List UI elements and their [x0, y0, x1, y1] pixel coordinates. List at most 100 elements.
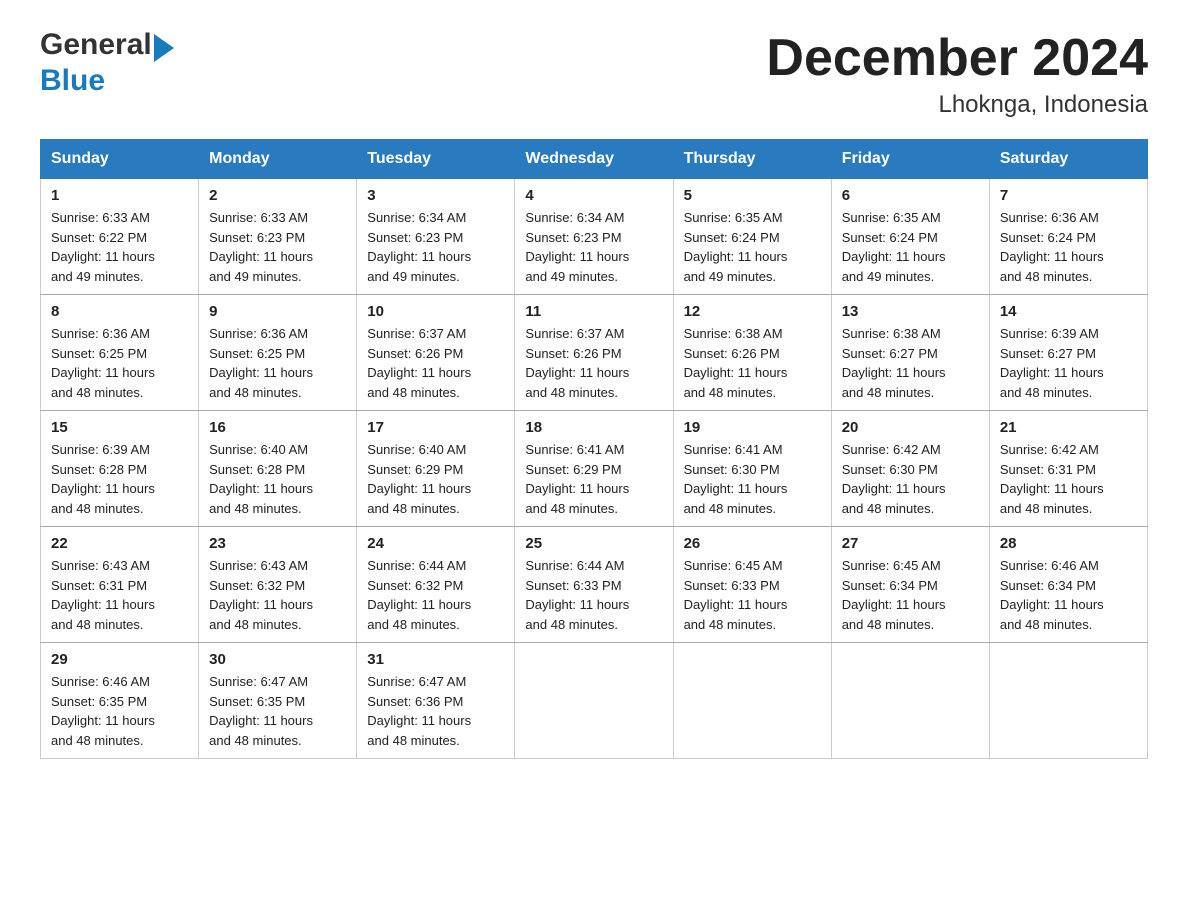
day-info: Sunrise: 6:47 AMSunset: 6:36 PMDaylight:…	[367, 672, 504, 750]
day-cell: 6 Sunrise: 6:35 AMSunset: 6:24 PMDaylight…	[831, 179, 989, 295]
day-info: Sunrise: 6:47 AMSunset: 6:35 PMDaylight:…	[209, 672, 346, 750]
day-number: 22	[51, 535, 188, 552]
col-wednesday: Wednesday	[515, 140, 673, 179]
day-cell: 17 Sunrise: 6:40 AMSunset: 6:29 PMDayligh…	[357, 411, 515, 527]
day-number: 29	[51, 651, 188, 668]
day-number: 10	[367, 303, 504, 320]
day-cell	[515, 643, 673, 759]
day-number: 14	[1000, 303, 1137, 320]
day-info: Sunrise: 6:45 AMSunset: 6:33 PMDaylight:…	[684, 556, 821, 634]
day-cell	[673, 643, 831, 759]
day-cell: 31 Sunrise: 6:47 AMSunset: 6:36 PMDayligh…	[357, 643, 515, 759]
day-info: Sunrise: 6:36 AMSunset: 6:25 PMDaylight:…	[209, 324, 346, 402]
week-row-4: 22 Sunrise: 6:43 AMSunset: 6:31 PMDayligh…	[41, 527, 1148, 643]
title-block: December 2024 Lhoknga, Indonesia	[766, 30, 1148, 119]
day-cell: 30Sunrise: 6:47 AMSunset: 6:35 PMDayligh…	[199, 643, 357, 759]
day-info: Sunrise: 6:34 AMSunset: 6:23 PMDaylight:…	[367, 208, 504, 286]
page-header: General Blue December 2024 Lhoknga, Indo…	[40, 30, 1148, 119]
day-info: Sunrise: 6:35 AMSunset: 6:24 PMDaylight:…	[684, 208, 821, 286]
day-cell: 24 Sunrise: 6:44 AMSunset: 6:32 PMDayligh…	[357, 527, 515, 643]
day-cell: 15 Sunrise: 6:39 AMSunset: 6:28 PMDayligh…	[41, 411, 199, 527]
day-info: Sunrise: 6:41 AMSunset: 6:29 PMDaylight:…	[525, 440, 662, 518]
day-cell: 22 Sunrise: 6:43 AMSunset: 6:31 PMDayligh…	[41, 527, 199, 643]
day-cell: 8Sunrise: 6:36 AMSunset: 6:25 PMDaylight…	[41, 295, 199, 411]
day-cell: 18 Sunrise: 6:41 AMSunset: 6:29 PMDayligh…	[515, 411, 673, 527]
day-number: 18	[525, 419, 662, 436]
day-number: 16	[209, 419, 346, 436]
calendar-table: Sunday Monday Tuesday Wednesday Thursday…	[40, 139, 1148, 759]
day-info: Sunrise: 6:36 AMSunset: 6:24 PMDaylight:…	[1000, 208, 1137, 286]
logo-general-text: General	[40, 28, 152, 61]
day-number: 23	[209, 535, 346, 552]
calendar-title: December 2024	[766, 30, 1148, 87]
col-sunday: Sunday	[41, 140, 199, 179]
day-cell: 21 Sunrise: 6:42 AMSunset: 6:31 PMDayligh…	[989, 411, 1147, 527]
day-cell: 9Sunrise: 6:36 AMSunset: 6:25 PMDaylight…	[199, 295, 357, 411]
day-cell: 20 Sunrise: 6:42 AMSunset: 6:30 PMDayligh…	[831, 411, 989, 527]
day-cell: 14Sunrise: 6:39 AMSunset: 6:27 PMDayligh…	[989, 295, 1147, 411]
day-number: 11	[525, 303, 662, 320]
day-cell: 23 Sunrise: 6:43 AMSunset: 6:32 PMDayligh…	[199, 527, 357, 643]
day-number: 4	[525, 187, 662, 204]
day-number: 12	[684, 303, 821, 320]
day-number: 19	[684, 419, 821, 436]
calendar-subtitle: Lhoknga, Indonesia	[766, 91, 1148, 119]
day-info: Sunrise: 6:44 AMSunset: 6:33 PMDaylight:…	[525, 556, 662, 634]
day-cell: 4 Sunrise: 6:34 AMSunset: 6:23 PMDaylight…	[515, 179, 673, 295]
day-number: 15	[51, 419, 188, 436]
day-number: 1	[51, 187, 188, 204]
day-cell: 12Sunrise: 6:38 AMSunset: 6:26 PMDayligh…	[673, 295, 831, 411]
day-cell: 28 Sunrise: 6:46 AMSunset: 6:34 PMDayligh…	[989, 527, 1147, 643]
col-friday: Friday	[831, 140, 989, 179]
day-number: 20	[842, 419, 979, 436]
day-info: Sunrise: 6:37 AMSunset: 6:26 PMDaylight:…	[525, 324, 662, 402]
day-info: Sunrise: 6:40 AMSunset: 6:29 PMDaylight:…	[367, 440, 504, 518]
col-saturday: Saturday	[989, 140, 1147, 179]
day-info: Sunrise: 6:43 AMSunset: 6:32 PMDaylight:…	[209, 556, 346, 634]
day-info: Sunrise: 6:44 AMSunset: 6:32 PMDaylight:…	[367, 556, 504, 634]
day-info: Sunrise: 6:46 AMSunset: 6:35 PMDaylight:…	[51, 672, 188, 750]
day-number: 7	[1000, 187, 1137, 204]
day-info: Sunrise: 6:37 AMSunset: 6:26 PMDaylight:…	[367, 324, 504, 402]
day-info: Sunrise: 6:43 AMSunset: 6:31 PMDaylight:…	[51, 556, 188, 634]
day-number: 17	[367, 419, 504, 436]
day-info: Sunrise: 6:42 AMSunset: 6:31 PMDaylight:…	[1000, 440, 1137, 518]
day-cell: 25Sunrise: 6:44 AMSunset: 6:33 PMDayligh…	[515, 527, 673, 643]
calendar-header-row: Sunday Monday Tuesday Wednesday Thursday…	[41, 140, 1148, 179]
logo-flag-icon	[154, 34, 176, 66]
day-info: Sunrise: 6:33 AMSunset: 6:22 PMDaylight:…	[51, 208, 188, 286]
day-cell: 11 Sunrise: 6:37 AMSunset: 6:26 PMDayligh…	[515, 295, 673, 411]
day-cell: 26 Sunrise: 6:45 AMSunset: 6:33 PMDayligh…	[673, 527, 831, 643]
day-cell: 27Sunrise: 6:45 AMSunset: 6:34 PMDayligh…	[831, 527, 989, 643]
day-number: 24	[367, 535, 504, 552]
week-row-2: 8Sunrise: 6:36 AMSunset: 6:25 PMDaylight…	[41, 295, 1148, 411]
day-info: Sunrise: 6:42 AMSunset: 6:30 PMDaylight:…	[842, 440, 979, 518]
day-number: 28	[1000, 535, 1137, 552]
day-cell: 29 Sunrise: 6:46 AMSunset: 6:35 PMDayligh…	[41, 643, 199, 759]
day-cell	[989, 643, 1147, 759]
day-number: 2	[209, 187, 346, 204]
day-number: 6	[842, 187, 979, 204]
day-number: 26	[684, 535, 821, 552]
col-monday: Monday	[199, 140, 357, 179]
day-info: Sunrise: 6:38 AMSunset: 6:27 PMDaylight:…	[842, 324, 979, 402]
day-cell: 3Sunrise: 6:34 AMSunset: 6:23 PMDaylight…	[357, 179, 515, 295]
col-tuesday: Tuesday	[357, 140, 515, 179]
logo: General Blue	[40, 30, 176, 96]
day-cell: 2Sunrise: 6:33 AMSunset: 6:23 PMDaylight…	[199, 179, 357, 295]
day-number: 21	[1000, 419, 1137, 436]
day-number: 5	[684, 187, 821, 204]
week-row-1: 1 Sunrise: 6:33 AMSunset: 6:22 PMDaylight…	[41, 179, 1148, 295]
day-info: Sunrise: 6:34 AMSunset: 6:23 PMDaylight:…	[525, 208, 662, 286]
col-thursday: Thursday	[673, 140, 831, 179]
day-info: Sunrise: 6:46 AMSunset: 6:34 PMDaylight:…	[1000, 556, 1137, 634]
day-cell: 5 Sunrise: 6:35 AMSunset: 6:24 PMDaylight…	[673, 179, 831, 295]
day-info: Sunrise: 6:39 AMSunset: 6:28 PMDaylight:…	[51, 440, 188, 518]
day-info: Sunrise: 6:40 AMSunset: 6:28 PMDaylight:…	[209, 440, 346, 518]
day-info: Sunrise: 6:35 AMSunset: 6:24 PMDaylight:…	[842, 208, 979, 286]
day-number: 31	[367, 651, 504, 668]
day-cell: 16 Sunrise: 6:40 AMSunset: 6:28 PMDayligh…	[199, 411, 357, 527]
day-number: 27	[842, 535, 979, 552]
week-row-3: 15 Sunrise: 6:39 AMSunset: 6:28 PMDayligh…	[41, 411, 1148, 527]
day-cell: 7 Sunrise: 6:36 AMSunset: 6:24 PMDaylight…	[989, 179, 1147, 295]
